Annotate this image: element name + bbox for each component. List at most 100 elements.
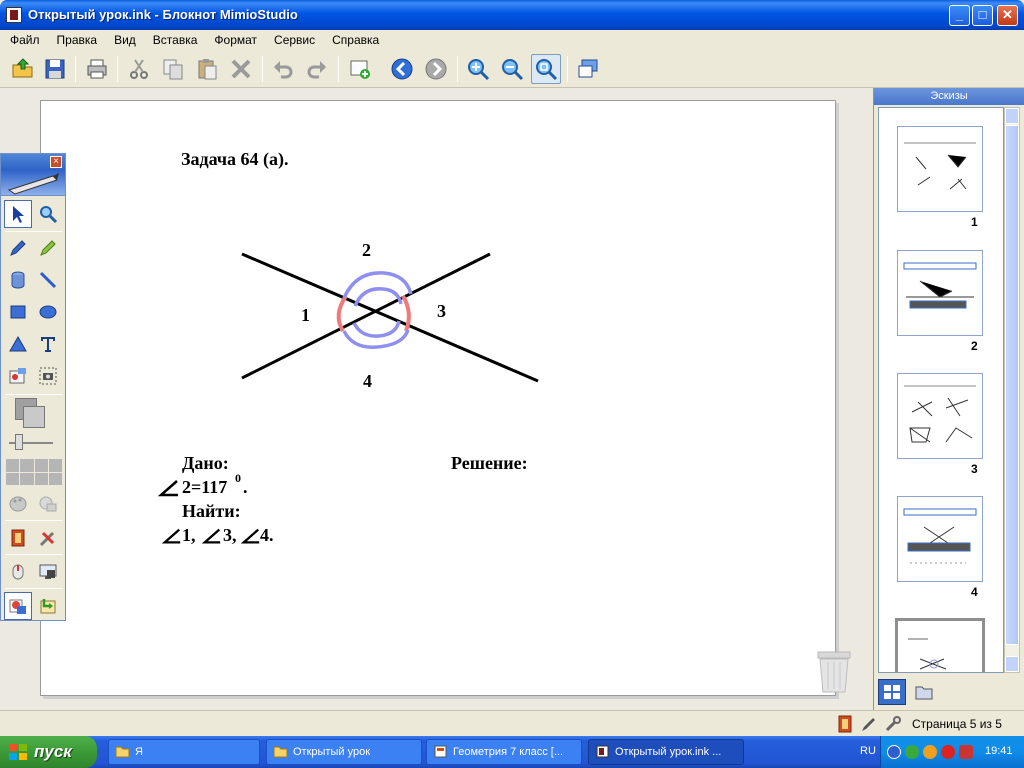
palette-tool[interactable] — [4, 490, 32, 518]
minimize-button[interactable]: _ — [949, 5, 970, 26]
grid-view-icon — [884, 685, 900, 699]
gallery-tool[interactable] — [4, 592, 32, 620]
redo-button[interactable] — [302, 54, 332, 84]
menu-tools[interactable]: Сервис — [264, 30, 322, 47]
scroll-up-button[interactable] — [1005, 108, 1019, 124]
angle-icon — [161, 527, 182, 548]
line-tool[interactable] — [34, 266, 62, 294]
presentation-tool[interactable] — [4, 524, 32, 552]
thickness-slider-handle[interactable] — [15, 434, 23, 450]
screen-capture-tool[interactable] — [34, 362, 62, 390]
toolbar — [0, 50, 1024, 88]
back-button[interactable] — [387, 54, 417, 84]
cut-button[interactable] — [124, 54, 154, 84]
screen-view-button[interactable] — [573, 54, 603, 84]
save-button[interactable] — [40, 54, 70, 84]
menu-view[interactable]: Вид — [104, 30, 143, 47]
color-grid[interactable] — [6, 459, 62, 485]
solution-heading: Решение: — [451, 453, 528, 473]
copy-button[interactable] — [158, 54, 188, 84]
undo-button[interactable] — [268, 54, 298, 84]
thumbnails-list: 1 2 3 4 — [878, 107, 1004, 673]
menu-edit[interactable]: Правка — [47, 30, 105, 47]
menu-insert[interactable]: Вставка — [143, 30, 205, 47]
zoom-fit-button[interactable] — [531, 54, 561, 84]
pen-icon — [10, 240, 26, 256]
cut-icon — [130, 59, 148, 79]
image-tool[interactable] — [4, 362, 32, 390]
open-button[interactable] — [8, 54, 38, 84]
paste-button[interactable] — [192, 54, 222, 84]
forward-button[interactable] — [421, 54, 451, 84]
taskbar-item-geometry[interactable]: Геометрия 7 класс [... — [426, 739, 582, 765]
thumbnail-page-4[interactable] — [897, 496, 983, 582]
ellipse-tool[interactable] — [34, 298, 62, 326]
angle-label-1: 1 — [301, 305, 310, 325]
tray-antivirus-icon[interactable] — [941, 745, 955, 759]
gallery-view-button[interactable] — [910, 679, 938, 705]
thumbnail-page-1[interactable] — [897, 126, 983, 212]
line-color-swatch[interactable] — [23, 406, 45, 428]
line-cd — [241, 252, 491, 380]
scroll-down-button[interactable] — [1005, 656, 1019, 672]
tray-network-icon[interactable] — [905, 745, 919, 759]
tools-tool[interactable] — [34, 524, 62, 552]
notebook-page[interactable]: Задача 64 (а). 2 1 3 4 Дано: Решение: 2=… — [40, 100, 836, 696]
magnifier-icon — [40, 206, 58, 224]
triangle-tool[interactable] — [4, 330, 32, 358]
delete-button[interactable] — [226, 54, 256, 84]
trash-icon[interactable] — [816, 650, 852, 694]
tray-shield-icon[interactable] — [959, 745, 973, 759]
menu-file[interactable]: Файл — [0, 30, 47, 47]
presentation-mode-button[interactable] — [836, 715, 854, 733]
fill-tool[interactable] — [4, 266, 32, 294]
print-button[interactable] — [82, 54, 112, 84]
start-button[interactable]: пуск — [0, 736, 97, 768]
maximize-button[interactable]: □ — [972, 5, 993, 26]
settings-status-button[interactable] — [884, 715, 902, 733]
thumbnail-page-5-selected[interactable] — [895, 618, 985, 672]
thumbnails-pane: Эскизы 1 2 3 4 — [873, 88, 1024, 710]
zoom-tool[interactable] — [34, 200, 62, 228]
color-palette-icon — [9, 496, 27, 512]
language-indicator[interactable]: RU — [860, 745, 876, 757]
import-tool[interactable] — [34, 592, 62, 620]
angle-label-2: 2 — [362, 240, 371, 260]
text-tool[interactable] — [34, 330, 62, 358]
tray-arrow-icon[interactable] — [887, 745, 901, 759]
taskbar-item-folder[interactable]: Я — [108, 739, 260, 765]
palette-titlebar[interactable]: × — [1, 154, 65, 170]
thumbnail-view-button[interactable] — [878, 679, 906, 705]
document-icon — [434, 745, 447, 758]
tray-update-icon[interactable] — [923, 745, 937, 759]
rectangle-tool[interactable] — [4, 298, 32, 326]
menu-format[interactable]: Формат — [204, 30, 264, 47]
thumbnail-page-2[interactable] — [897, 250, 983, 336]
zoom-out-button[interactable] — [497, 54, 527, 84]
mouse-tool[interactable] — [4, 558, 32, 586]
scroll-thumb[interactable] — [1005, 125, 1019, 645]
palette-close-button[interactable]: × — [50, 156, 62, 168]
new-page-button[interactable] — [345, 54, 375, 84]
intersecting-lines-diagram — [241, 252, 539, 383]
taskbar-item-mimio[interactable]: Открытый урок.ink ... — [588, 739, 744, 765]
mouse-icon — [12, 564, 24, 580]
fill-style-tool[interactable] — [34, 490, 62, 518]
thumbnail-number: 3 — [971, 462, 978, 476]
taskbar: пуск Я Открытый урок Геометрия 7 класс [… — [0, 736, 1024, 768]
title-bar: Открытый урок.ink - Блокнот MimioStudio … — [0, 0, 1024, 30]
print-icon — [87, 59, 107, 79]
zoom-in-button[interactable] — [463, 54, 493, 84]
close-button[interactable]: ✕ — [997, 5, 1018, 26]
thumbnails-scrollbar[interactable] — [1004, 107, 1020, 673]
pen-tool[interactable] — [4, 234, 32, 262]
angle-3-arc-red — [401, 294, 411, 332]
taskbar-item-folder-lesson[interactable]: Открытый урок — [266, 739, 422, 765]
thumbnail-page-3[interactable] — [897, 373, 983, 459]
menu-help[interactable]: Справка — [322, 30, 386, 47]
pen-status-button[interactable] — [860, 715, 878, 733]
select-tool[interactable] — [4, 200, 32, 228]
capture-area-tool[interactable] — [34, 558, 62, 586]
fill-style-icon — [39, 496, 57, 512]
highlighter-tool[interactable] — [34, 234, 62, 262]
